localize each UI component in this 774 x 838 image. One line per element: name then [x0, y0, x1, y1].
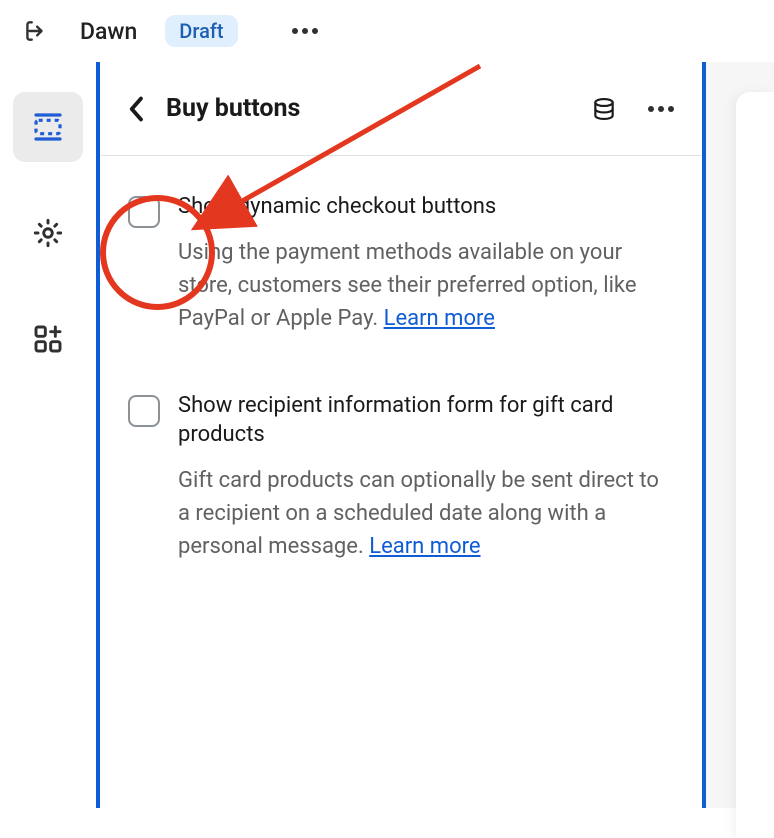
panel-body: Show dynamic checkout buttons Using the … [100, 156, 702, 655]
panel-title: Buy buttons [166, 94, 576, 123]
settings-panel: Buy buttons Show dynamic checkout button… [96, 62, 706, 808]
setting-description: Gift card products can optionally be sen… [178, 464, 674, 563]
dynamic-checkout-checkbox[interactable] [128, 196, 160, 228]
setting-text: Show dynamic checkout buttons Using the … [178, 192, 674, 335]
setting-label: Show recipient information form for gift… [178, 391, 674, 450]
gift-card-recipient-checkbox[interactable] [128, 395, 160, 427]
setting-description: Using the payment methods available on y… [178, 236, 674, 335]
sidebar-item-sections[interactable] [13, 92, 83, 162]
gear-icon [32, 217, 64, 249]
right-gutter [706, 62, 774, 808]
learn-more-link[interactable]: Learn more [384, 306, 495, 331]
setting-label: Show dynamic checkout buttons [178, 192, 674, 222]
data-source-button[interactable] [590, 95, 618, 123]
status-badge: Draft [165, 15, 237, 47]
section-icon [32, 111, 64, 143]
panel-header: Buy buttons [100, 62, 702, 156]
top-bar: Dawn Draft [0, 0, 774, 62]
theme-name: Dawn [80, 18, 137, 45]
exit-icon [22, 18, 48, 44]
learn-more-link[interactable]: Learn more [369, 534, 480, 559]
left-sidebar [0, 62, 96, 808]
chevron-left-icon [129, 96, 145, 122]
dot-icon [658, 106, 664, 112]
dot-icon [648, 106, 654, 112]
back-button[interactable] [122, 94, 152, 124]
dot-icon [292, 28, 298, 34]
dot-icon [302, 28, 308, 34]
sidebar-item-apps[interactable] [13, 304, 83, 374]
panel-more-button[interactable] [642, 100, 680, 118]
top-more-button[interactable] [286, 22, 324, 40]
preview-edge [736, 92, 774, 838]
exit-button[interactable] [18, 14, 52, 48]
database-icon [591, 96, 617, 122]
sidebar-item-settings[interactable] [13, 198, 83, 268]
setting-text: Show recipient information form for gift… [178, 391, 674, 563]
dot-icon [312, 28, 318, 34]
setting-dynamic-checkout: Show dynamic checkout buttons Using the … [128, 192, 674, 335]
apps-icon [32, 323, 64, 355]
dot-icon [668, 106, 674, 112]
setting-gift-card-recipient: Show recipient information form for gift… [128, 391, 674, 563]
layout: Buy buttons Show dynamic checkout button… [0, 62, 774, 808]
